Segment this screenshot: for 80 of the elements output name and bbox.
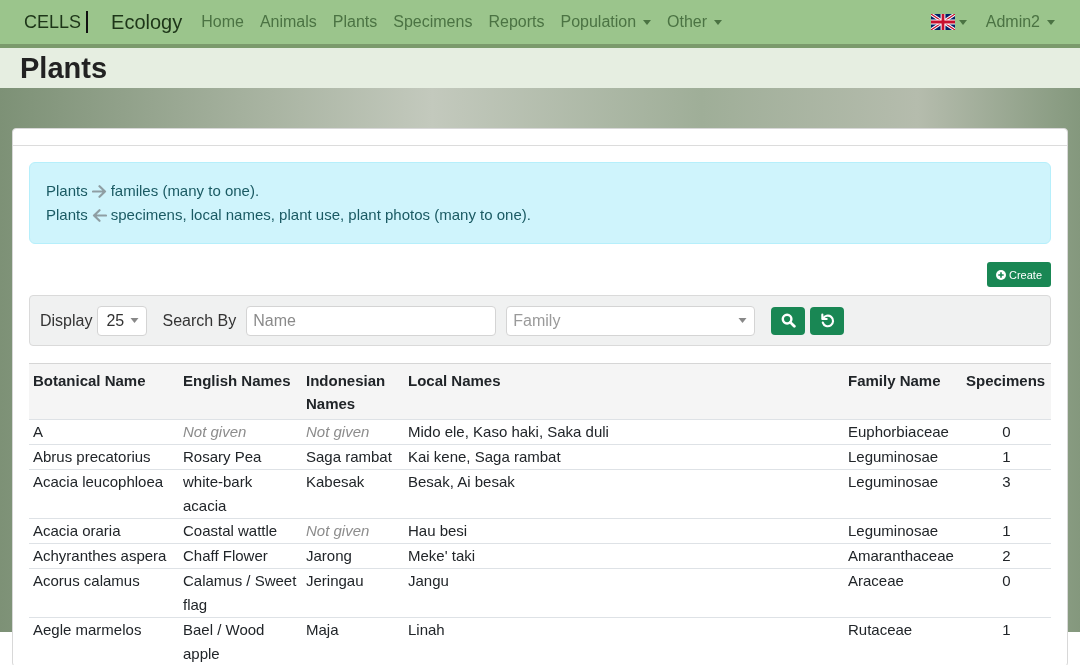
- alert-text: Plants: [46, 205, 88, 225]
- page-title: Plants: [20, 51, 108, 85]
- table-cell: Hau besi: [404, 518, 844, 544]
- display-select[interactable]: 25: [97, 305, 148, 336]
- table-cell: Rosary Pea: [179, 444, 302, 470]
- table-cell: Not given: [302, 419, 404, 445]
- column-header: Local Names: [404, 363, 844, 420]
- table-cell: Abrus precatorius: [29, 444, 179, 470]
- table-cell: 0: [962, 419, 1051, 445]
- arrow-left-icon: [91, 208, 107, 222]
- family-select[interactable]: Family: [506, 305, 756, 336]
- table-cell: Leguminosae: [844, 469, 962, 519]
- table-cell: Jeringau: [302, 568, 404, 618]
- table-cell: white-bark acacia: [179, 469, 302, 519]
- column-header: Family Name: [844, 363, 962, 420]
- table-cell: Meke' taki: [404, 543, 844, 569]
- nav-link[interactable]: Reports: [480, 13, 553, 31]
- table-cell: Jangu: [404, 568, 844, 618]
- language-menu[interactable]: [930, 14, 967, 30]
- table-cell: Leguminosae: [844, 444, 962, 470]
- table-cell: Acacia leucophloea: [29, 469, 179, 519]
- table-cell: Acacia oraria: [29, 518, 179, 544]
- table-cell: 1: [962, 617, 1051, 665]
- create-button[interactable]: Create: [987, 262, 1051, 287]
- table-cell: Calamus / Sweet flag: [179, 568, 302, 618]
- table-cell: Leguminosae: [844, 518, 962, 544]
- table-cell: 1: [962, 444, 1051, 470]
- table-cell: A: [29, 419, 179, 445]
- table-cell: 1: [962, 518, 1051, 544]
- column-header: English Names: [179, 363, 302, 420]
- table-cell: Bael / Wood apple: [179, 617, 302, 665]
- display-label: Display: [40, 311, 93, 330]
- nav-link[interactable]: Other: [659, 13, 731, 31]
- table-cell: Mido ele, Kaso haki, Saka duli: [404, 419, 844, 445]
- table-cell: Maja: [302, 617, 404, 665]
- alert-text: specimens, local names, plant use, plant photos (many to one).: [110, 205, 531, 225]
- alert-text: Plants: [46, 181, 88, 201]
- table-cell: Araceae: [844, 568, 962, 618]
- arrow-right-icon: [91, 184, 107, 198]
- table-cell: Aegle marmelos: [29, 617, 179, 665]
- caret-icon: [130, 318, 140, 323]
- table-cell: 3: [962, 469, 1051, 519]
- column-header: Specimens: [962, 363, 1051, 420]
- table-cell: Coastal wattle: [179, 518, 302, 544]
- nav-link[interactable]: Specimens: [385, 13, 481, 31]
- search-icon: [780, 313, 796, 328]
- table-cell: Not given: [302, 518, 404, 544]
- table-cell: Achyranthes aspera: [29, 543, 179, 569]
- user-menu[interactable]: Admin2: [977, 13, 1055, 31]
- table-cell: Saga rambat: [302, 444, 404, 470]
- alert-text: familes (many to one).: [110, 181, 260, 201]
- column-header: Botanical Name: [29, 363, 179, 420]
- nav-link[interactable]: Population: [552, 13, 660, 31]
- plus-circle-icon: [996, 269, 1006, 280]
- brand-link[interactable]: CELLS: [24, 11, 89, 33]
- app-title: Ecology: [111, 10, 183, 34]
- column-header: Indonesian Names: [302, 363, 404, 420]
- caret-icon: [738, 318, 748, 323]
- table-cell: Euphorbiaceae: [844, 419, 962, 445]
- nav-link[interactable]: Plants: [324, 13, 386, 31]
- table-cell: Not given: [179, 419, 302, 445]
- table-cell: Jarong: [302, 543, 404, 569]
- search-by-label: Search By: [162, 311, 237, 330]
- table-cell: Besak, Ai besak: [404, 469, 844, 519]
- table-cell: Linah: [404, 617, 844, 665]
- table-cell: Kabesak: [302, 469, 404, 519]
- undo-icon: [819, 313, 835, 328]
- table-cell: Amaranthaceae: [844, 543, 962, 569]
- table-cell: Kai kene, Saga rambat: [404, 444, 844, 470]
- table-cell: Rutaceae: [844, 617, 962, 665]
- flag-icon: [930, 14, 955, 30]
- nav-link[interactable]: Animals: [251, 13, 325, 31]
- table-cell: Acorus calamus: [29, 568, 179, 618]
- reset-button[interactable]: [810, 306, 845, 335]
- table-cell: 2: [962, 543, 1051, 569]
- nav-link[interactable]: Home: [193, 13, 252, 31]
- table-cell: 0: [962, 568, 1051, 618]
- name-input[interactable]: Name: [246, 305, 497, 336]
- search-button[interactable]: [771, 306, 806, 335]
- table-cell: Chaff Flower: [179, 543, 302, 569]
